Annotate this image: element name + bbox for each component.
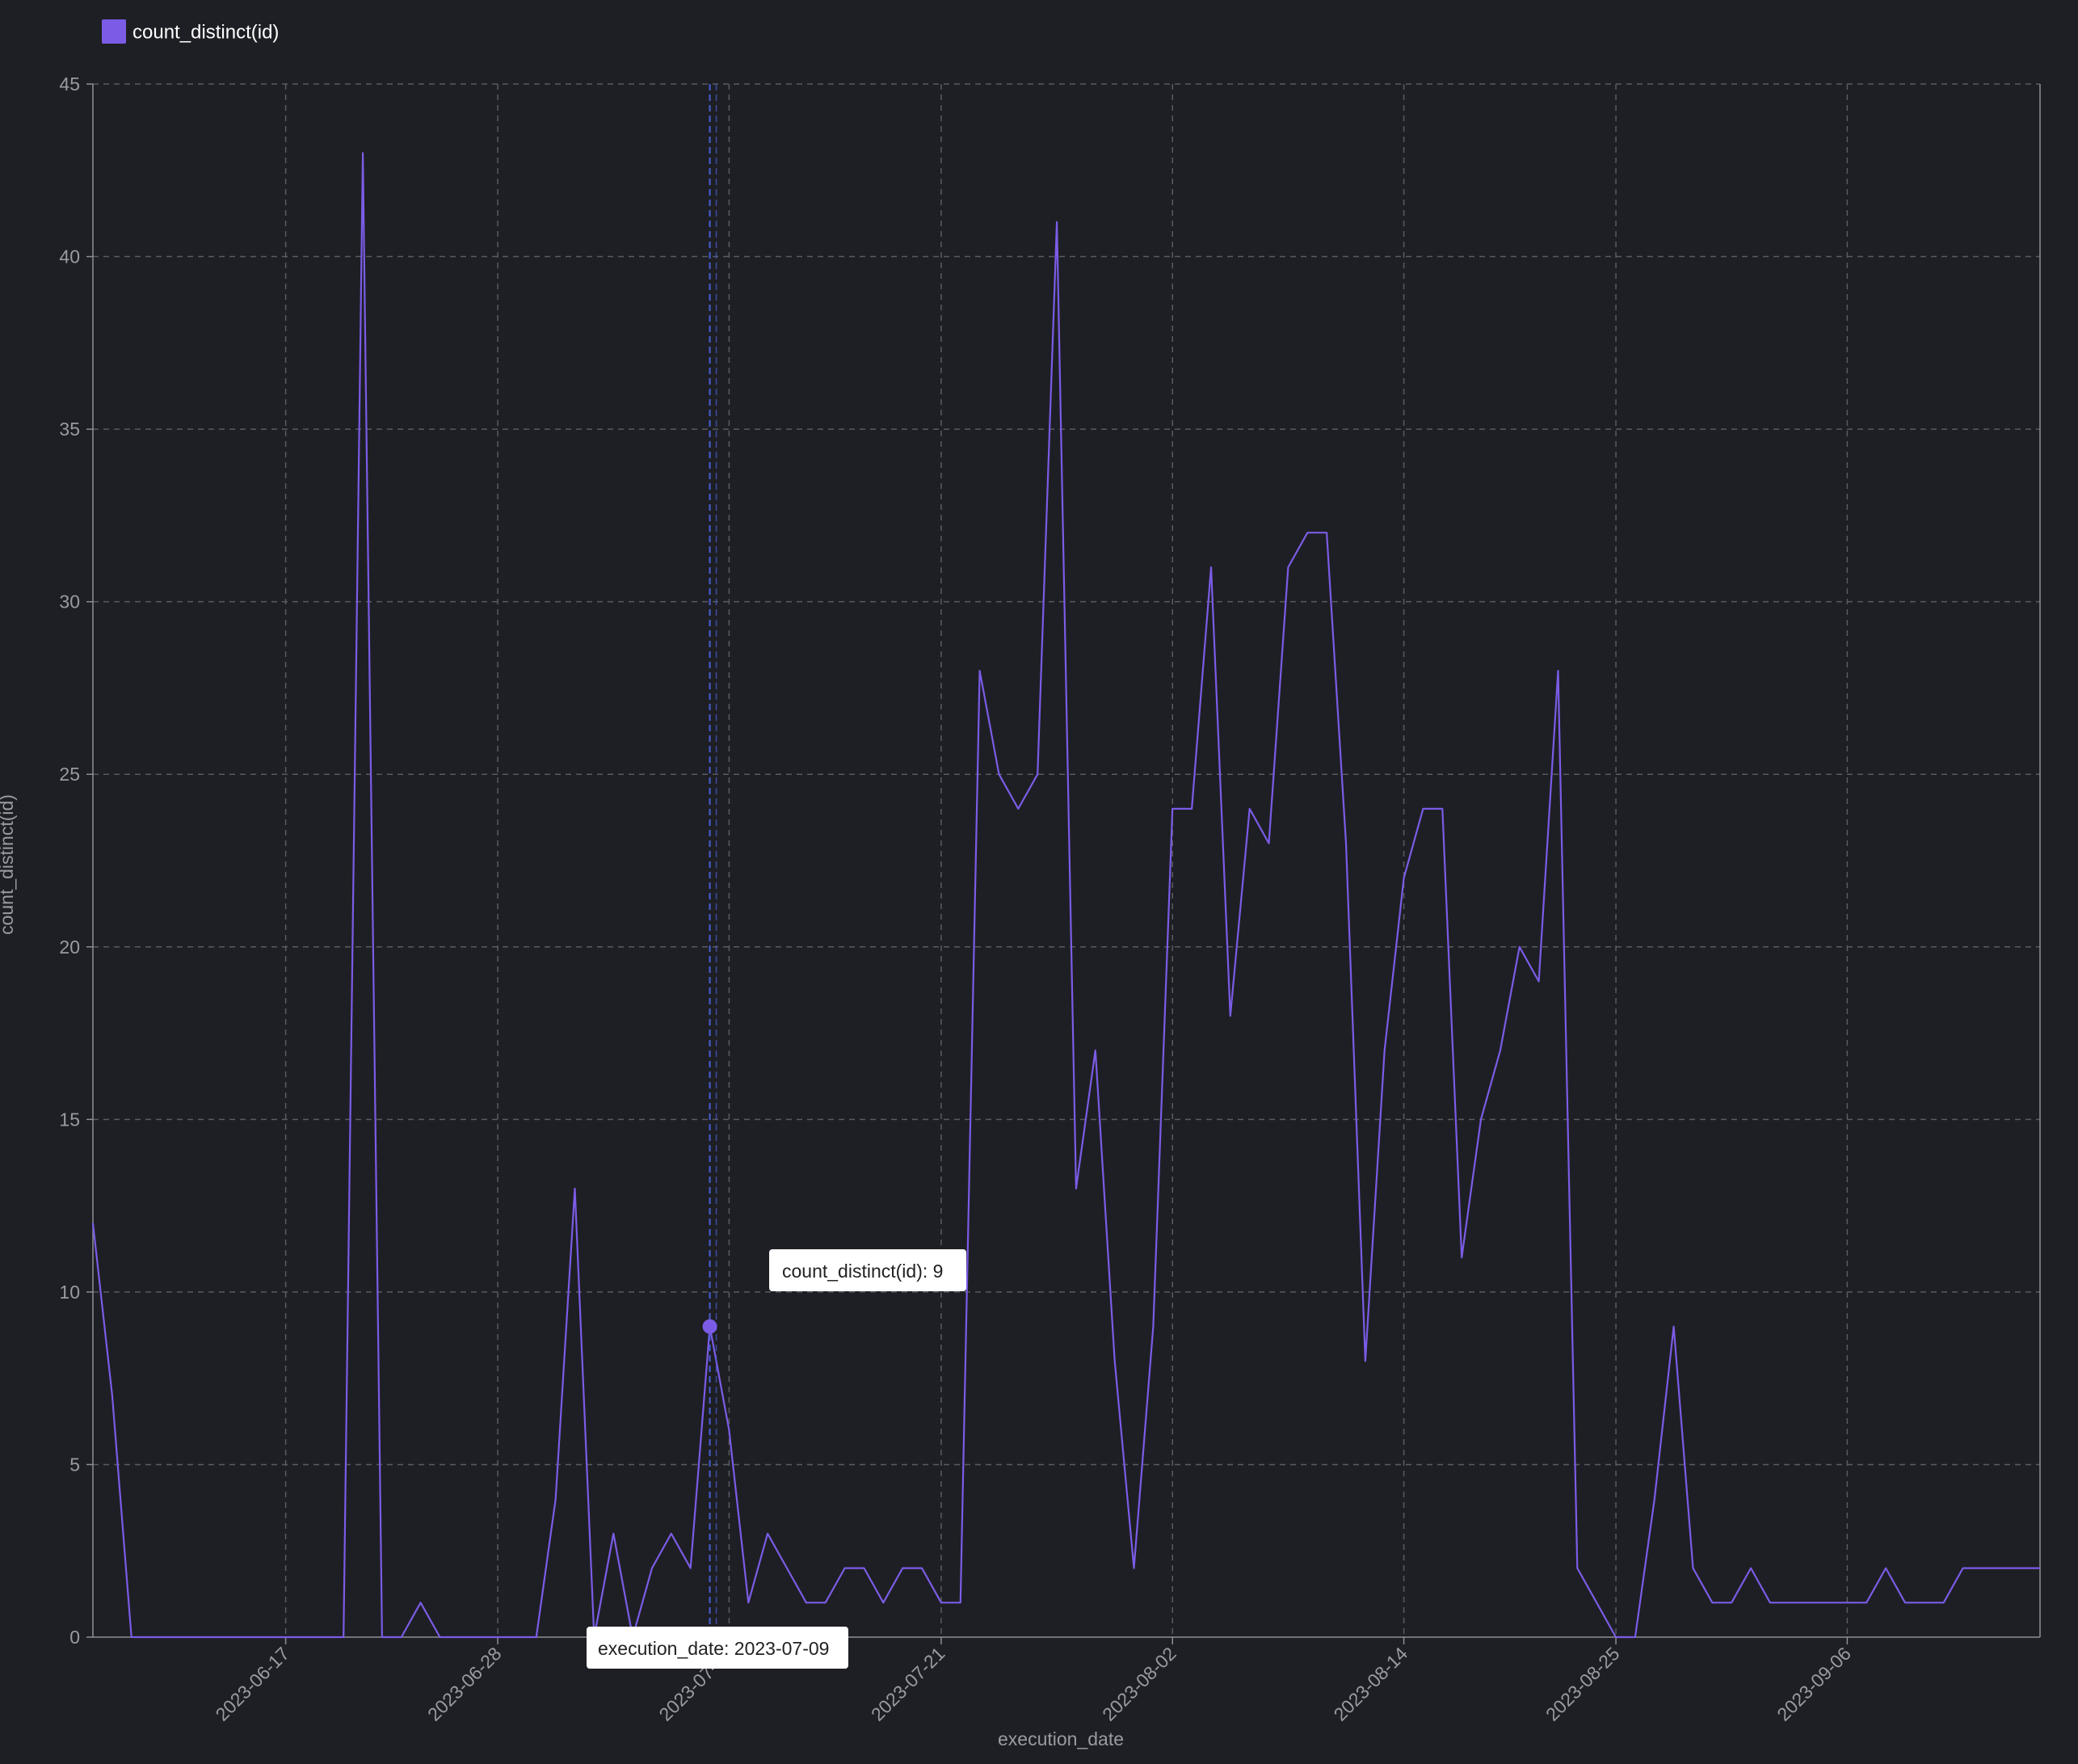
x-tick-label: 2023-06-28 <box>423 1643 506 1725</box>
y-tick-label: 30 <box>59 592 80 613</box>
axes: 0 5 10 15 20 25 30 35 40 45 2023-06-17 2023-06-28 20… <box>59 74 2041 1725</box>
x-tick-label: 2023-08-14 <box>1330 1643 1412 1725</box>
x-tick-label: 2023-06-17 <box>212 1643 294 1725</box>
x-tick-label: 2023-08-02 <box>1098 1643 1180 1725</box>
y-tick-label: 10 <box>59 1282 80 1303</box>
y-tick-label: 40 <box>59 246 80 267</box>
x-tick-label: 2023-09-06 <box>1773 1643 1855 1725</box>
chart-container: 0 5 10 15 20 25 30 35 40 45 2023-06-17 2023-06-28 20… <box>0 0 2078 1760</box>
x-tick-label: 2023-07-21 <box>867 1643 949 1725</box>
series-line-0[interactable] <box>91 152 2040 1639</box>
line-chart[interactable]: 0 5 10 15 20 25 30 35 40 45 2023-06-17 2023-06-28 20… <box>0 0 2078 1760</box>
x-axis-title: execution_date <box>998 1728 1124 1749</box>
y-tick-label: 45 <box>59 74 80 95</box>
y-tick-label: 20 <box>59 937 80 958</box>
y-tick-label: 15 <box>59 1109 80 1130</box>
crosshair <box>702 84 717 1637</box>
tooltip-x: execution_date: 2023-07-09 <box>587 1627 848 1669</box>
y-tick-label: 35 <box>59 419 80 440</box>
y-tick-label: 5 <box>69 1454 80 1475</box>
tooltip-y: count_distinct(id): 9 <box>769 1249 966 1291</box>
legend-label[interactable]: count_distinct(id) <box>133 22 279 44</box>
x-tick-label: 2023-08-25 <box>1542 1643 1624 1725</box>
tooltip-layer: count_distinct(id): 9 execution_date: 20… <box>587 1249 966 1669</box>
y-axis-title: count_distinct(id) <box>0 794 17 935</box>
tooltip-x-text: execution_date: 2023-07-09 <box>598 1638 829 1659</box>
highlight-point[interactable] <box>702 1319 717 1334</box>
series-layer <box>91 152 2040 1639</box>
tooltip-y-text: count_distinct(id): 9 <box>782 1261 943 1282</box>
y-tick-label: 0 <box>69 1627 80 1648</box>
legend-swatch[interactable] <box>102 19 126 44</box>
legend[interactable]: count_distinct(id) <box>102 19 279 44</box>
grid <box>93 83 2040 1637</box>
y-tick-label: 25 <box>59 764 80 785</box>
